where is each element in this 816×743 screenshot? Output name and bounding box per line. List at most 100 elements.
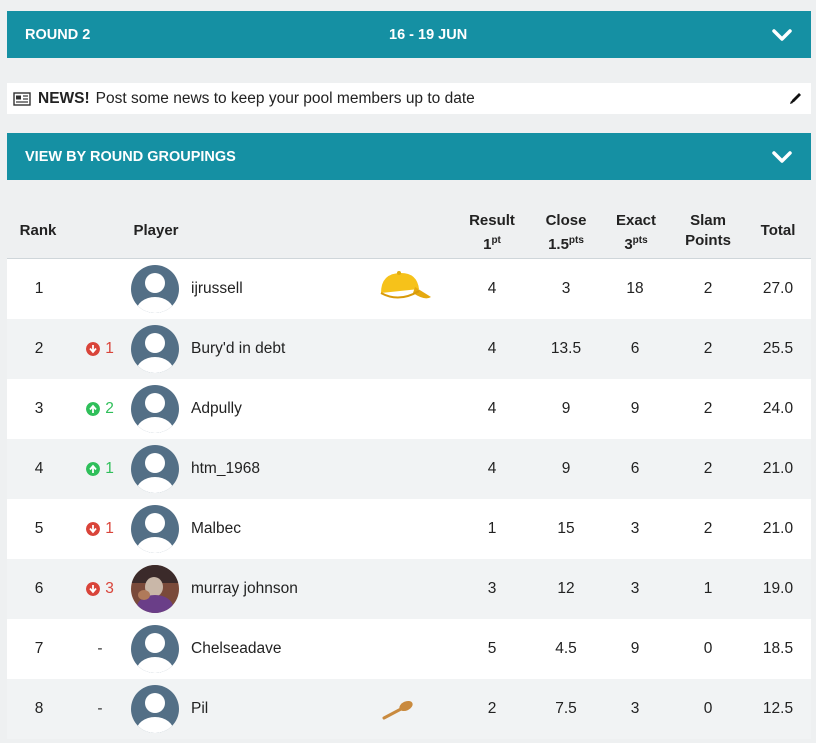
news-banner: NEWS! Post some news to keep your pool m… (7, 83, 811, 114)
news-text: Post some news to keep your pool members… (95, 89, 475, 107)
table-row[interactable]: 7 - Chelseadave 5 4.5 9 0 18.5 (7, 619, 811, 679)
newspaper-icon (13, 91, 31, 106)
result-cell: 5 (487, 640, 497, 657)
result-cell: 4 (487, 400, 497, 417)
avatar[interactable] (130, 499, 180, 559)
close-cell: 15 (557, 520, 575, 537)
arrow-up-circle-icon (86, 462, 101, 476)
avatar[interactable] (130, 439, 180, 499)
table-row[interactable]: 4 1 htm_1968 4 9 6 2 21.0 (7, 439, 811, 499)
movement-value: - (97, 700, 103, 717)
table-row[interactable]: 8 - Pil 2 7.5 3 0 12.5 (7, 679, 811, 739)
rank-movement: 2 (81, 379, 119, 439)
result-cell: 1 (487, 520, 497, 537)
header-rank: Rank (19, 222, 57, 239)
avatar[interactable] (130, 379, 180, 439)
rank-cell: 5 (34, 520, 44, 537)
player-badge (369, 379, 429, 439)
close-cell: 3 (561, 280, 571, 297)
header-slam-points: Slam Points (685, 212, 731, 249)
rank-movement: - (81, 619, 119, 679)
player-badge (369, 259, 431, 319)
table-row[interactable]: 1 ijrussell 4 3 18 2 27.0 (7, 259, 811, 319)
result-cell: 4 (487, 280, 497, 297)
slam-points-cell: 2 (703, 460, 713, 477)
close-cell: 4.5 (555, 640, 577, 657)
exact-cell: 6 (630, 460, 640, 477)
news-label: NEWS! (38, 89, 90, 107)
movement-value: 3 (105, 580, 114, 597)
rank-cell: 8 (34, 700, 44, 717)
header-exact: Exact 3pts (615, 212, 657, 253)
exact-cell: 3 (630, 520, 640, 537)
rank-movement: - (81, 679, 119, 739)
player-name[interactable]: Chelseadave (191, 619, 281, 679)
arrow-down-circle-icon (86, 342, 101, 356)
round-groupings-bar[interactable]: VIEW BY ROUND GROUPINGS (7, 133, 811, 180)
arrow-up-circle-icon (86, 402, 101, 416)
player-name[interactable]: ijrussell (191, 259, 243, 319)
rank-movement: 1 (81, 499, 119, 559)
rank-cell: 1 (34, 280, 44, 297)
header-total: Total (760, 222, 796, 239)
result-cell: 4 (487, 460, 497, 477)
player-name[interactable]: Bury'd in debt (191, 319, 285, 379)
total-cell: 24.0 (762, 400, 794, 417)
rank-movement: 1 (81, 439, 119, 499)
exact-cell: 6 (630, 340, 640, 357)
slam-points-cell: 2 (703, 520, 713, 537)
total-cell: 21.0 (762, 520, 794, 537)
player-name[interactable]: murray johnson (191, 559, 298, 619)
avatar[interactable] (130, 259, 180, 319)
slam-points-cell: 0 (703, 640, 713, 657)
close-cell: 13.5 (550, 340, 582, 357)
table-row[interactable]: 5 1 Malbec 1 15 3 2 21.0 (7, 499, 811, 559)
player-name[interactable]: Malbec (191, 499, 241, 559)
groupings-label: VIEW BY ROUND GROUPINGS (25, 148, 236, 165)
player-badge (369, 319, 429, 379)
total-cell: 27.0 (762, 280, 794, 297)
table-row[interactable]: 6 3 murray johnson 3 12 3 1 19.0 (7, 559, 811, 619)
player-badge (369, 559, 429, 619)
arrow-down-circle-icon (86, 522, 101, 536)
player-badge (369, 499, 429, 559)
exact-cell: 3 (630, 580, 640, 597)
rank-movement: 1 (81, 319, 119, 379)
exact-cell: 3 (630, 700, 640, 717)
avatar[interactable] (130, 559, 180, 619)
close-cell: 12 (557, 580, 575, 597)
total-cell: 19.0 (762, 580, 794, 597)
slam-points-cell: 2 (703, 280, 713, 297)
player-name[interactable]: Pil (191, 679, 208, 739)
player-badge (369, 619, 429, 679)
total-cell: 25.5 (762, 340, 794, 357)
player-name[interactable]: htm_1968 (191, 439, 260, 499)
avatar[interactable] (130, 619, 180, 679)
table-row[interactable]: 2 1 Bury'd in debt 4 13.5 6 2 25.5 (7, 319, 811, 379)
movement-value: - (97, 640, 103, 657)
chevron-down-icon[interactable] (771, 147, 793, 167)
player-name[interactable]: Adpully (191, 379, 242, 439)
slam-points-cell: 2 (703, 400, 713, 417)
chevron-down-icon[interactable] (771, 25, 793, 45)
movement-value: 1 (105, 340, 114, 357)
leaderboard-table: Rank Player Result 1pt Close 1.5pts Exact 3… (7, 197, 811, 739)
round-header-bar[interactable]: ROUND 2 16 - 19 JUN (7, 11, 811, 58)
round-dates: 16 - 19 JUN (389, 26, 468, 43)
exact-cell: 9 (630, 400, 640, 417)
close-cell: 9 (561, 460, 571, 477)
movement-value: 1 (105, 460, 114, 477)
player-badge (369, 679, 429, 739)
round-label: ROUND 2 (25, 26, 91, 43)
table-header: Rank Player Result 1pt Close 1.5pts Exact 3… (7, 197, 811, 259)
close-cell: 9 (561, 400, 571, 417)
exact-cell: 9 (630, 640, 640, 657)
avatar[interactable] (130, 319, 180, 379)
close-cell: 7.5 (555, 700, 577, 717)
avatar[interactable] (130, 679, 180, 739)
arrow-down-circle-icon (86, 582, 101, 596)
pencil-icon[interactable] (789, 91, 803, 105)
player-badge (369, 439, 429, 499)
table-row[interactable]: 3 2 Adpully 4 9 9 2 24.0 (7, 379, 811, 439)
rank-cell: 2 (34, 340, 44, 357)
